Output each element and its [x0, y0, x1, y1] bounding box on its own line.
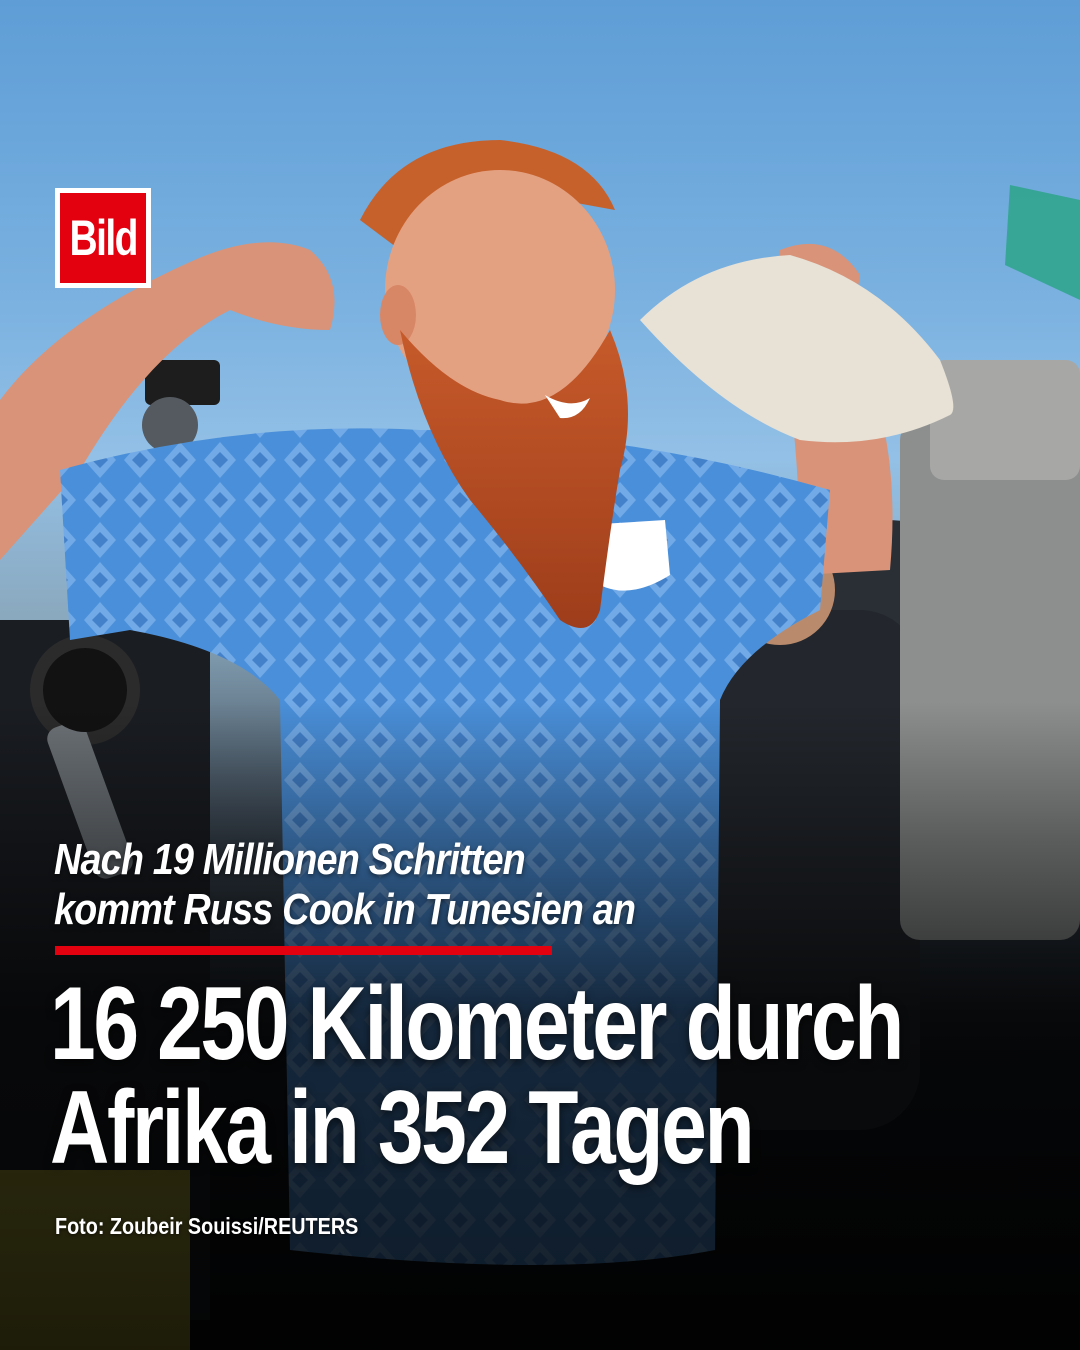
kicker-line-1: Nach 19 Millionen Schritten [54, 835, 526, 884]
kicker-text: Nach 19 Millionen Schritten kommt Russ C… [54, 835, 814, 935]
headline-line-2: Afrika in 352 Tagen [50, 1070, 755, 1186]
headline-line-1: 16 250 Kilometer durch [50, 966, 904, 1082]
bild-logo: Bild [55, 188, 151, 288]
red-divider [55, 946, 552, 955]
photo-credit: Foto: Zoubeir Souissi/REUTERS [55, 1213, 359, 1239]
kicker-line-2: kommt Russ Cook in Tunesien an [54, 885, 636, 934]
headline: 16 250 Kilometer durch Afrika in 352 Tag… [50, 972, 1050, 1180]
bild-logo-text: Bild [69, 210, 138, 266]
post-card: Bild Nach 19 Millionen Schritten kommt R… [0, 0, 1080, 1350]
